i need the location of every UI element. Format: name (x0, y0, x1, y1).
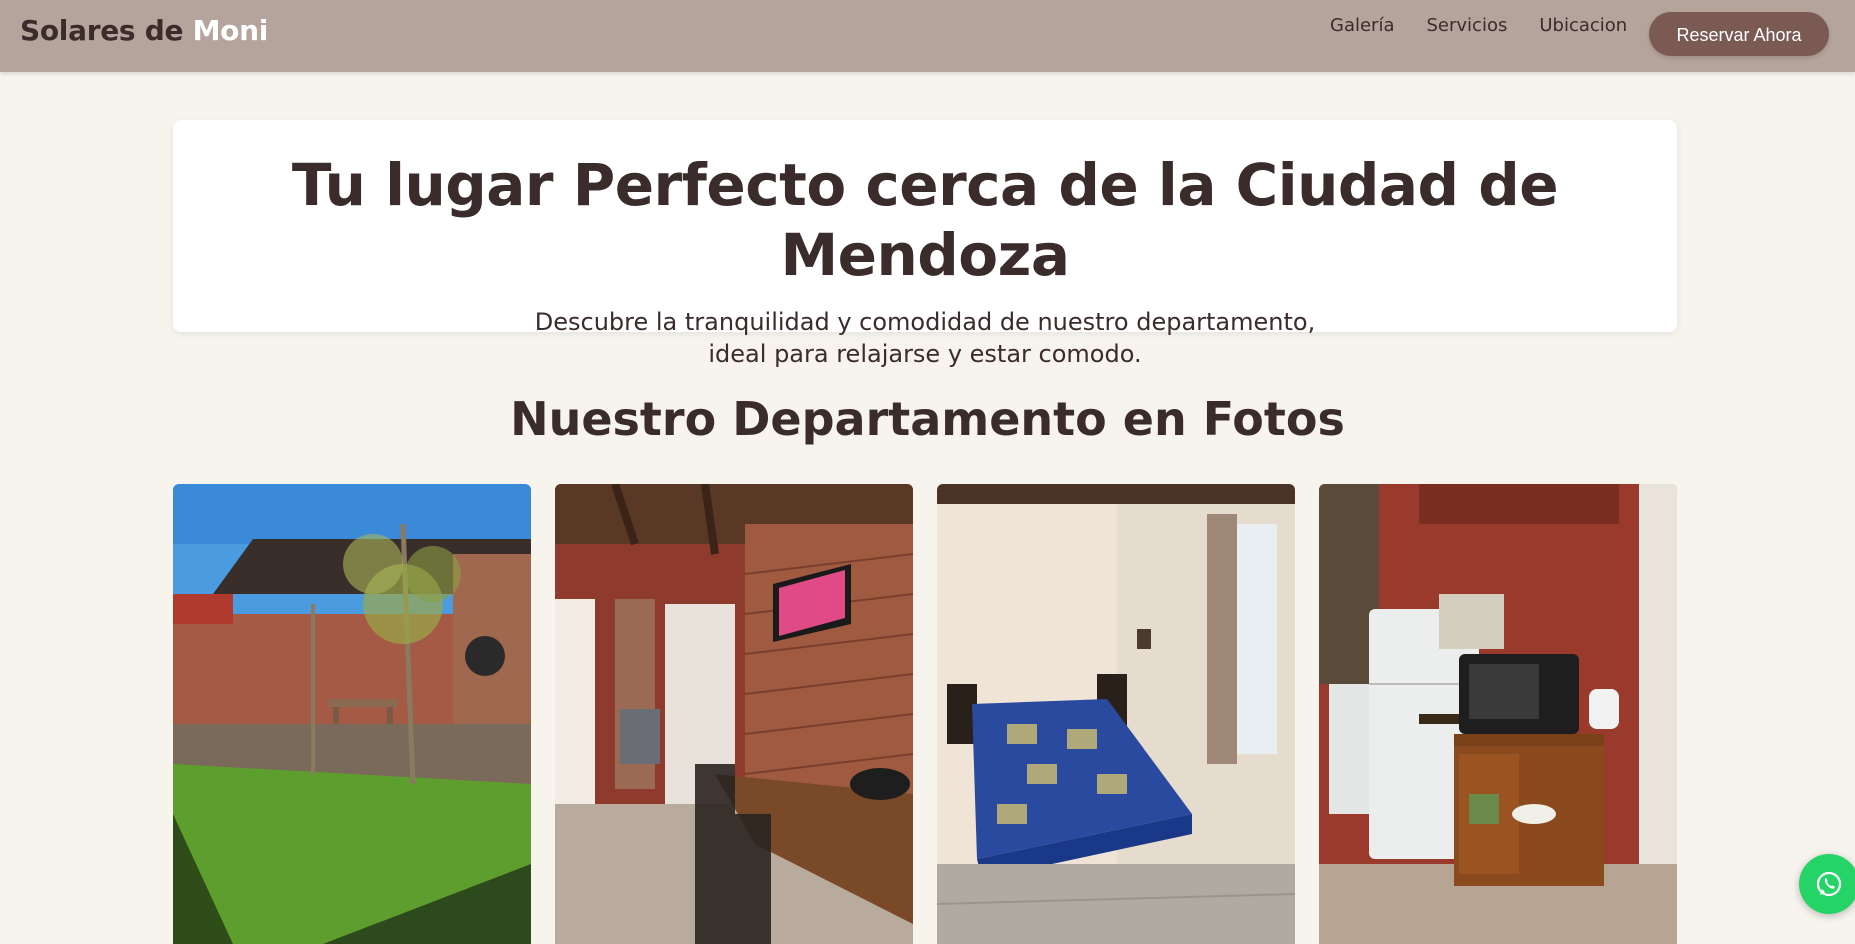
nav-link-ubicacion[interactable]: Ubicacion (1539, 14, 1627, 38)
nav-link-servicios[interactable]: Servicios (1427, 14, 1508, 38)
nav-link-galeria[interactable]: Galería (1330, 14, 1395, 38)
navbar: Solares de Moni Galería Servicios Ubicac… (0, 0, 1855, 72)
brand-part-2: Moni (192, 14, 269, 47)
brand-part-1: Solares de (20, 14, 184, 47)
photo-gallery (173, 484, 1677, 944)
hero-subtitle-line-1: Descubre la tranquilidad y comodidad de … (534, 308, 1316, 336)
reservar-ahora-button[interactable]: Reservar Ahora (1649, 12, 1829, 56)
gallery-title: Nuestro Departamento en Fotos (510, 392, 1345, 446)
brand-logo[interactable]: Solares de Moni (20, 14, 268, 47)
whatsapp-button[interactable] (1799, 854, 1855, 914)
hero-card: Tu lugar Perfecto cerca de la Ciudad de … (173, 120, 1677, 368)
gallery-photo-kitchen[interactable] (1319, 484, 1677, 944)
gallery-photo-bedroom[interactable] (937, 484, 1295, 944)
whatsapp-icon (1816, 871, 1842, 897)
hero-subtitle-line-2: ideal para relajarse y estar comodo. (708, 340, 1142, 368)
gallery-photo-patio[interactable] (173, 484, 531, 944)
gallery-photo-dining[interactable] (555, 484, 913, 944)
nav-links: Galería Servicios Ubicacion (1330, 14, 1659, 38)
hero-subtitle: Descubre la tranquilidad y comodidad de … (173, 306, 1677, 370)
hero-title: Tu lugar Perfecto cerca de la Ciudad de … (291, 151, 1559, 289)
